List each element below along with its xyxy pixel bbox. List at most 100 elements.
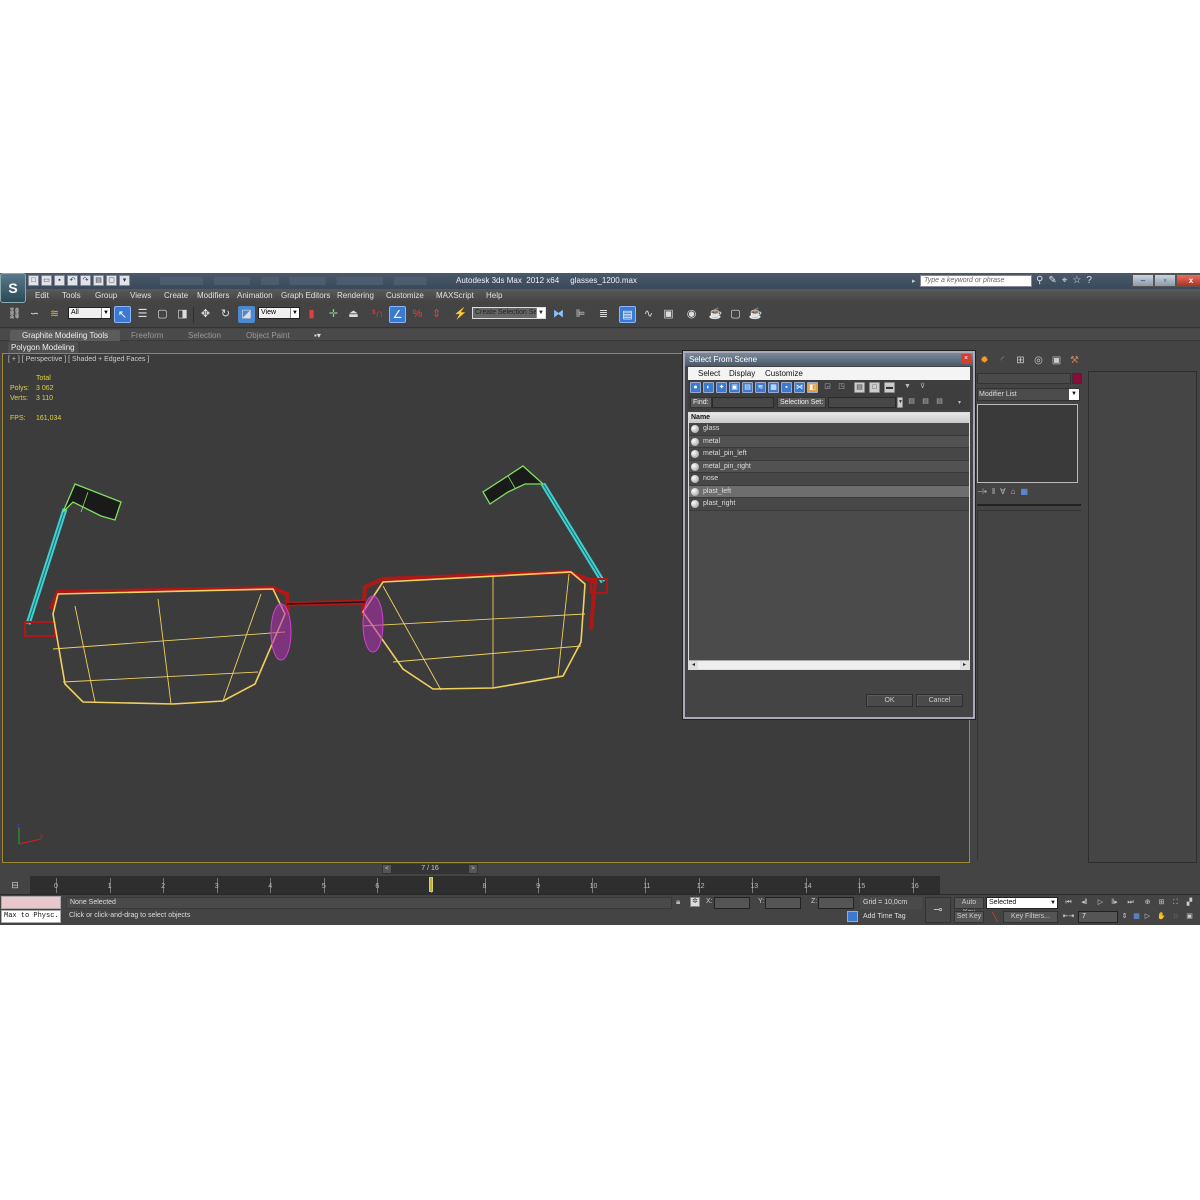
snaps-toggle-icon[interactable]: ³∩ [369, 306, 386, 323]
tab-freeform[interactable]: Freeform [131, 330, 163, 341]
layer-manager-icon[interactable]: ≣ [595, 306, 612, 323]
bind-space-warp-icon[interactable]: ≋ [46, 306, 63, 323]
object-list-item[interactable]: glass [689, 423, 969, 436]
minimize-button[interactable]: – [1132, 274, 1154, 287]
menu-create[interactable]: Create [164, 291, 188, 300]
percent-snap-icon[interactable]: % [409, 306, 426, 323]
dialog-menu-select[interactable]: Select [698, 369, 720, 378]
next-frame-button[interactable]: > [468, 864, 478, 874]
link-icon[interactable]: ⛓ [6, 306, 23, 323]
reference-coord-dropdown[interactable]: View ▼ [258, 307, 300, 319]
absolute-mode-icon[interactable]: ✲ [690, 897, 700, 907]
menu-customize[interactable]: Customize [386, 291, 424, 300]
schematic-view-icon[interactable]: ▣ [660, 306, 677, 323]
create-icon[interactable]: ✹ [977, 353, 992, 368]
dialog-menu-customize[interactable]: Customize [765, 369, 803, 378]
redo-icon[interactable]: ↷ [80, 275, 91, 286]
keyword-search-input[interactable]: Type a keyword or phrase [920, 275, 1032, 287]
open-icon[interactable]: ▭ [41, 275, 52, 286]
menu-edit[interactable]: Edit [35, 291, 49, 300]
filter-frozen-icon[interactable]: ◲ [822, 382, 833, 393]
selection-filter-dropdown[interactable]: All ▼ [68, 307, 111, 319]
remove-modifier-icon[interactable]: ⌂ [1011, 487, 1016, 496]
menu-graph-editors[interactable]: Graph Editors [281, 291, 330, 300]
go-to-end-icon[interactable]: ⏭ [1124, 897, 1137, 908]
select-by-name-icon[interactable]: ☰ [134, 306, 151, 323]
zoom-extents-all-icon[interactable]: ▞ [1183, 897, 1196, 908]
ribbon-options-icon[interactable]: ▪▾ [314, 330, 321, 341]
rect-selection-icon[interactable]: ▢ [154, 306, 171, 323]
object-list-item[interactable]: metal_pin_right [689, 460, 969, 473]
make-unique-icon[interactable]: ∀ [1000, 487, 1005, 496]
ok-button[interactable]: OK [866, 694, 913, 707]
field-of-view-icon[interactable]: ▷ [1141, 911, 1154, 922]
project-icon[interactable]: ▤ [93, 275, 104, 286]
filter-lights-icon[interactable]: ✦ [716, 382, 727, 393]
add-selection-set-icon[interactable]: ▤ [906, 397, 917, 408]
remove-selection-set-icon[interactable]: ▤ [920, 397, 931, 408]
glasses-wireframe-model[interactable] [3, 454, 623, 724]
object-list-item[interactable]: metal_pin_left [689, 448, 969, 461]
maximize-viewport-icon[interactable]: ▣ [1183, 911, 1196, 922]
dialog-title-bar[interactable]: Select From Scene × [685, 353, 973, 366]
window-icon[interactable]: ▢ [106, 275, 117, 286]
maxscript-listener-output[interactable] [1, 896, 61, 909]
motion-icon[interactable]: ◎ [1031, 353, 1046, 368]
prev-frame-button[interactable]: < [382, 864, 392, 874]
zoom-extents-icon[interactable]: ⛶ [1169, 897, 1182, 908]
lock-selection-icon[interactable]: 🔒︎ [676, 897, 680, 907]
selection-set-dropdown-icon[interactable]: ▼ [897, 397, 903, 408]
modify-icon[interactable]: ◜ [995, 353, 1010, 368]
qa-dropdown-icon[interactable]: ▾ [119, 275, 130, 286]
menu-group[interactable]: Group [95, 291, 117, 300]
binoculars-icon[interactable]: ⚲ [1036, 275, 1043, 286]
edit-selection-set-icon[interactable]: ▤ [934, 397, 945, 408]
menu-tools[interactable]: Tools [62, 291, 81, 300]
time-slider[interactable]: < 7 / 16 > [382, 864, 478, 874]
modifier-stack[interactable] [977, 404, 1078, 483]
object-list-item[interactable]: plast_right [689, 498, 969, 511]
set-key-icon[interactable]: ⊸ [925, 897, 951, 923]
align-icon[interactable]: ⊫ [572, 306, 589, 323]
tab-graphite-modeling-tools[interactable]: Graphite Modeling Tools [10, 330, 121, 341]
filter-bones-icon[interactable]: ⋈ [794, 382, 805, 393]
key-filters-button[interactable]: Key Filters... [1003, 911, 1058, 923]
rotate-icon[interactable]: ↻ [217, 306, 234, 323]
dialog-close-button[interactable]: × [961, 354, 971, 364]
tab-object-paint[interactable]: Object Paint [246, 330, 290, 341]
display-icon[interactable]: ▣ [1049, 353, 1064, 368]
toolbar-overflow-icon[interactable]: ▾ [954, 399, 965, 410]
search-expand-icon[interactable]: ▸ [912, 277, 916, 285]
configure-modifier-sets-icon[interactable]: ▦ [1020, 487, 1028, 496]
keyboard-shortcut-icon[interactable]: ⏏ [345, 306, 362, 323]
filter-helpers-icon[interactable]: ▤ [742, 382, 753, 393]
z-coordinate-input[interactable] [818, 897, 854, 909]
dialog-menu-display[interactable]: Display [729, 369, 755, 378]
default-tangent-icon[interactable]: ╲ [989, 911, 1001, 923]
save-icon[interactable]: ▪ [54, 275, 65, 286]
unlink-icon[interactable]: ∽ [26, 306, 43, 323]
undo-icon[interactable]: ↶ [67, 275, 78, 286]
selection-set-input[interactable] [828, 397, 896, 408]
menu-help[interactable]: Help [486, 291, 502, 300]
help-icon[interactable]: ? [1086, 275, 1092, 286]
scroll-right-icon[interactable]: ▸ [960, 661, 969, 669]
maxscript-mini-listener[interactable]: Max to Physc. [1, 910, 61, 923]
add-time-tag-button[interactable]: Add Time Tag [860, 911, 922, 923]
name-column-header[interactable]: Name [689, 413, 969, 423]
hierarchy-icon[interactable]: ⊞ [1013, 353, 1028, 368]
named-selection-dropdown[interactable]: Create Selection Se ▼ [472, 307, 546, 319]
utilities-icon[interactable]: ⚒ [1067, 353, 1082, 368]
spinner-snap-icon[interactable]: ⇕ [428, 306, 445, 323]
close-button[interactable]: x [1176, 274, 1200, 287]
material-editor-icon[interactable]: ◉ [683, 306, 700, 323]
menu-animation[interactable]: Animation [237, 291, 273, 300]
app-logo-button[interactable]: S [0, 273, 26, 303]
menu-modifiers[interactable]: Modifiers [197, 291, 229, 300]
curve-editor-icon[interactable]: ∿ [640, 306, 657, 323]
render-setup-icon[interactable]: ☕ [707, 306, 724, 323]
menu-rendering[interactable]: Rendering [337, 291, 374, 300]
menu-views[interactable]: Views [130, 291, 151, 300]
play-icon[interactable]: ▷ [1094, 897, 1107, 908]
zoom-all-icon[interactable]: ⊞ [1155, 897, 1168, 908]
